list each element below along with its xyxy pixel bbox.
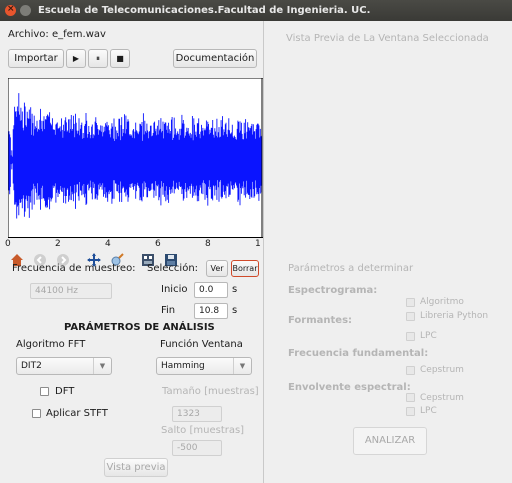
sample-rate-label: Frecuencia de muestreo: [12,263,136,274]
dft-label: DFT [55,386,75,397]
waveform-plot[interactable] [8,78,263,238]
documentation-button[interactable]: Documentación [173,49,257,68]
sample-rate-field[interactable]: 44100 Hz [30,283,112,299]
params-title: Parámetros a determinar [288,263,414,274]
x-tick-label: 4 [105,239,111,249]
waveform-svg [8,78,263,238]
envelope-lpc-checkbox[interactable] [406,407,415,416]
pause-button[interactable]: ⏸ [88,49,108,68]
envelope-cepstrum-label: Cepstrum [420,393,464,403]
fundamental-label: Frecuencia fundamental: [288,348,429,359]
hop-size-input[interactable]: -500 [172,440,222,456]
preview-button[interactable]: Vista previa [104,458,168,477]
fft-algorithm-select[interactable]: DIT2 ▼ [16,357,112,375]
play-icon: ▶ [72,54,80,63]
window-title: Escuela de Telecomunicaciones.Facultad d… [38,5,371,16]
window-function-select[interactable]: Hamming ▼ [156,357,252,375]
close-window-button[interactable]: × [5,4,16,16]
window-titlebar: × Escuela de Telecomunicaciones.Facultad… [0,0,512,21]
fft-algorithm-value: DIT2 [21,361,42,371]
formants-python-label: Libreria Python [420,311,489,321]
start-input[interactable]: 0.0 [194,282,228,298]
formants-algorithm-label: Algoritmo [420,297,464,307]
window-size-input[interactable]: 1323 [172,406,222,422]
x-tick-label: 0 [5,239,11,249]
x-tick-label: 6 [155,239,161,249]
formants-lpc-checkbox[interactable] [406,332,415,341]
waveform-signal [8,93,263,219]
end-label: Fin [161,305,176,316]
file-label: Archivo: e_fem.wav [8,29,106,40]
hop-size-label: Salto [muestras] [161,425,245,436]
x-tick-label: 1 [255,239,261,249]
analysis-heading: PARÁMETROS DE ANÁLISIS [64,322,215,333]
x-tick-label: 2 [55,239,61,249]
stop-icon: ■ [116,54,124,63]
stft-label: Aplicar STFT [46,408,108,419]
clear-selection-button[interactable]: Borrar [231,260,259,277]
formants-label: Formantes: [288,315,353,326]
start-unit: s [232,284,238,295]
analyze-button[interactable]: ANALIZAR [353,427,427,455]
stft-checkbox[interactable] [32,409,41,418]
close-icon: × [7,4,15,14]
right-panel: Vista Previa de La Ventana Seleccionada … [265,21,512,483]
dft-checkbox[interactable] [40,387,49,396]
sample-rate-placeholder: 44100 Hz [35,286,78,296]
minimize-window-button[interactable] [20,5,31,16]
formants-algorithm-checkbox[interactable] [406,298,415,307]
formants-python-checkbox[interactable] [406,312,415,321]
envelope-cepstrum-checkbox[interactable] [406,393,415,402]
pause-icon: ⏸ [96,54,100,63]
play-button[interactable]: ▶ [66,49,86,68]
formants-lpc-label: LPC [420,331,437,341]
preview-header: Vista Previa de La Ventana Seleccionada [286,33,489,44]
left-panel: Archivo: e_fem.wav Importar ▶ ⏸ ■ Docume… [0,21,264,483]
waveform-x-axis: 0 2 4 6 8 1 [5,239,266,249]
file-name: e_fem.wav [51,29,106,40]
stop-button[interactable]: ■ [110,49,130,68]
fundamental-cepstrum-checkbox[interactable] [406,366,415,375]
view-selection-button[interactable]: Ver [206,260,228,277]
window-size-label: Tamaño [muestras] [162,386,259,397]
envelope-label: Envolvente espectral: [288,382,411,393]
window-function-label: Función Ventana [160,339,243,350]
spectrogram-label: Espectrograma: [288,285,378,296]
selection-label: Selección: [147,263,199,274]
chevron-down-icon: ▼ [233,358,251,374]
fundamental-cepstrum-label: Cepstrum [420,365,464,375]
end-unit: s [232,305,238,316]
end-input[interactable]: 10.8 [194,303,228,319]
envelope-lpc-label: LPC [420,406,437,416]
start-label: Inicio [161,284,188,295]
x-tick-label: 8 [205,239,211,249]
chevron-down-icon: ▼ [93,358,111,374]
import-button[interactable]: Importar [8,49,64,68]
window-function-value: Hamming [161,361,205,371]
fft-label: Algoritmo FFT [16,339,86,350]
